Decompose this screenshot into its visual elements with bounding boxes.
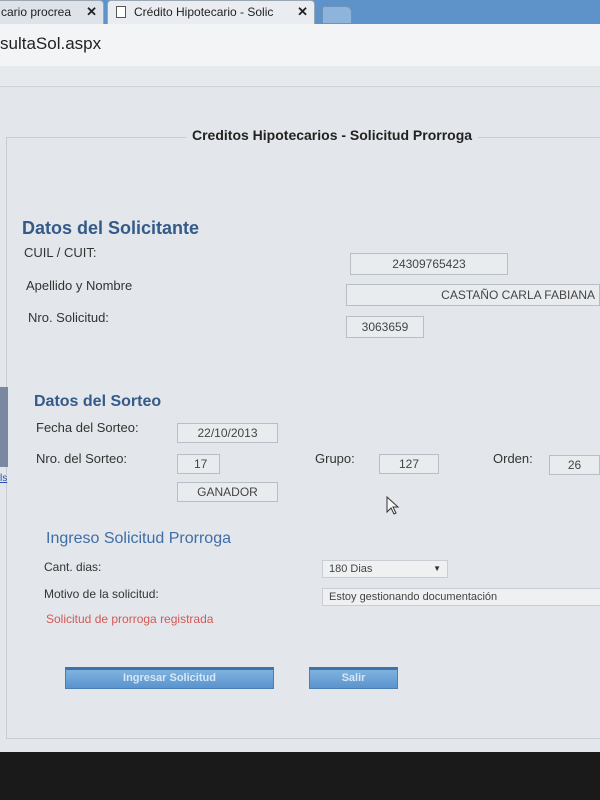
fecha-field[interactable]: 22/10/2013 [177, 423, 278, 443]
orden-field[interactable]: 26 [549, 455, 600, 475]
page-title: Creditos Hipotecarios - Solicitud Prorro… [186, 127, 479, 143]
nro-sorteo-label: Nro. del Sorteo: [36, 451, 128, 466]
grupo-label: Grupo: [315, 451, 355, 466]
cuil-field[interactable]: 24309765423 [350, 253, 508, 275]
toolbar-strip [0, 66, 600, 87]
motivo-input[interactable]: Estoy gestionando documentación [322, 588, 600, 606]
document-icon [116, 6, 126, 18]
dias-select-value: 180 Dias [329, 563, 373, 575]
tab-label: cario procrea [1, 5, 72, 19]
tab-previous[interactable]: cario procrea ✕ [0, 0, 104, 24]
nombre-label: Apellido y Nombre [26, 278, 133, 293]
salir-button[interactable]: Salir [309, 667, 398, 689]
motivo-label: Motivo de la solicitud: [44, 587, 159, 601]
tab-active[interactable]: Crédito Hipotecario - Solic ✕ [107, 0, 315, 24]
section-heading-solicitante: Datos del Solicitante [22, 218, 200, 238]
address-url: sultaSol.aspx [0, 34, 102, 53]
close-icon[interactable]: ✕ [86, 1, 97, 23]
close-icon[interactable]: ✕ [297, 1, 308, 23]
nombre-field[interactable]: CASTAÑO CARLA FABIANA [346, 284, 600, 306]
dropdown-arrow-icon: ▼ [433, 564, 441, 573]
page-content: Creditos Hipotecarios - Solicitud Prorro… [0, 87, 600, 752]
orden-label: Orden: [493, 451, 533, 466]
address-bar[interactable]: sultaSol.aspx [0, 24, 600, 67]
solicitud-label: Nro. Solicitud: [28, 310, 109, 325]
mouse-cursor-icon [386, 496, 400, 515]
section-heading-prorroga: Ingreso Solicitud Prorroga [46, 530, 231, 547]
tab-label: Crédito Hipotecario - Solic [134, 5, 274, 19]
section-heading-sorteo: Datos del Sorteo [34, 393, 162, 410]
screen-bezel [0, 752, 600, 800]
side-panel-edge [0, 387, 8, 467]
tab-bar: cario procrea ✕ Crédito Hipotecario - So… [0, 0, 600, 24]
ingresar-solicitud-button[interactable]: Ingresar Solicitud [65, 667, 274, 689]
new-tab-button[interactable] [322, 6, 352, 24]
resultado-field[interactable]: GANADOR [177, 482, 278, 502]
fecha-label: Fecha del Sorteo: [36, 420, 139, 435]
status-message: Solicitud de prorroga registrada [46, 612, 214, 626]
cuil-label: CUIL / CUIT: [24, 245, 97, 260]
dias-select[interactable]: 180 Dias ▼ [322, 560, 448, 578]
nro-sorteo-field[interactable]: 17 [177, 454, 220, 474]
grupo-field[interactable]: 127 [379, 454, 439, 474]
dias-label: Cant. dias: [44, 560, 102, 574]
side-link[interactable]: ls [0, 473, 7, 484]
solicitud-field[interactable]: 3063659 [346, 316, 424, 338]
